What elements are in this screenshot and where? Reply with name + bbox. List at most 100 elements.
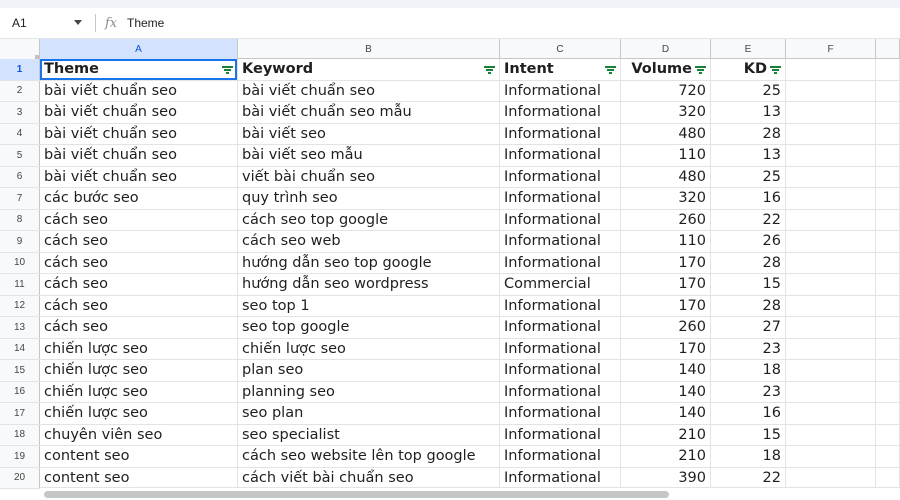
cell-volume[interactable]: 480	[621, 123, 711, 144]
cell-volume[interactable]: 390	[621, 467, 711, 488]
cell-volume[interactable]: 320	[621, 102, 711, 123]
empty-cell[interactable]	[786, 467, 876, 488]
empty-cell[interactable]	[786, 145, 876, 166]
cell-intent[interactable]: Informational	[500, 102, 621, 123]
cell-intent[interactable]: Informational	[500, 446, 621, 467]
cell-theme[interactable]: cách seo	[40, 317, 238, 338]
empty-cell[interactable]	[876, 145, 900, 166]
cell-kd[interactable]: 16	[711, 403, 786, 424]
empty-cell[interactable]	[876, 166, 900, 187]
empty-cell[interactable]	[876, 317, 900, 338]
cell-keyword[interactable]: planning seo	[238, 381, 500, 402]
cell-volume[interactable]: 170	[621, 338, 711, 359]
empty-cell[interactable]	[786, 424, 876, 445]
cell-keyword[interactable]: quy trình seo	[238, 188, 500, 209]
cell-kd[interactable]: 13	[711, 102, 786, 123]
empty-cell[interactable]	[786, 123, 876, 144]
cell-intent[interactable]: Informational	[500, 467, 621, 488]
filter-icon[interactable]	[770, 66, 781, 74]
cell-kd[interactable]: 27	[711, 317, 786, 338]
cell-intent[interactable]: Informational	[500, 317, 621, 338]
cell-volume[interactable]: 170	[621, 295, 711, 316]
cell-theme[interactable]: content seo	[40, 467, 238, 488]
column-header-g[interactable]	[876, 39, 900, 59]
empty-cell[interactable]	[786, 252, 876, 273]
cell-kd[interactable]: 18	[711, 360, 786, 381]
cell-theme[interactable]: chiến lược seo	[40, 360, 238, 381]
empty-cell[interactable]	[786, 360, 876, 381]
empty-cell[interactable]	[876, 59, 900, 80]
filter-icon[interactable]	[484, 66, 495, 74]
formula-input[interactable]: Theme	[127, 16, 164, 30]
cell-keyword[interactable]: hướng dẫn seo top google	[238, 252, 500, 273]
select-all-corner[interactable]	[0, 39, 40, 59]
row-number[interactable]: 8	[0, 209, 40, 230]
cell-intent[interactable]: Informational	[500, 231, 621, 252]
cell-keyword[interactable]: seo top google	[238, 317, 500, 338]
cell-keyword[interactable]: cách seo website lên top google	[238, 446, 500, 467]
cell-kd[interactable]: 15	[711, 274, 786, 295]
empty-cell[interactable]	[876, 467, 900, 488]
cell-theme[interactable]: cách seo	[40, 274, 238, 295]
cell-keyword[interactable]: bài viết chuẩn seo	[238, 80, 500, 101]
cell-kd[interactable]: 28	[711, 295, 786, 316]
filter-icon[interactable]	[222, 66, 233, 74]
empty-cell[interactable]	[876, 381, 900, 402]
empty-cell[interactable]	[786, 338, 876, 359]
column-header-c[interactable]: C	[500, 39, 621, 59]
empty-cell[interactable]	[786, 80, 876, 101]
row-number[interactable]: 11	[0, 274, 40, 295]
cell-kd[interactable]: 25	[711, 166, 786, 187]
cell-volume[interactable]: 480	[621, 166, 711, 187]
cell-volume[interactable]: 170	[621, 252, 711, 273]
empty-cell[interactable]	[876, 80, 900, 101]
cell-keyword[interactable]: seo plan	[238, 403, 500, 424]
cell-volume[interactable]: 720	[621, 80, 711, 101]
cell-intent[interactable]: Informational	[500, 381, 621, 402]
cell-volume[interactable]: 140	[621, 381, 711, 402]
cell-intent[interactable]: Informational	[500, 80, 621, 101]
empty-cell[interactable]	[786, 231, 876, 252]
empty-cell[interactable]	[876, 274, 900, 295]
cell-keyword[interactable]: plan seo	[238, 360, 500, 381]
cell-theme[interactable]: bài viết chuẩn seo	[40, 80, 238, 101]
cell-keyword[interactable]: viết bài chuẩn seo	[238, 166, 500, 187]
filter-icon[interactable]	[605, 66, 616, 74]
empty-cell[interactable]	[786, 274, 876, 295]
row-number[interactable]: 9	[0, 231, 40, 252]
empty-cell[interactable]	[876, 403, 900, 424]
cell-keyword[interactable]: seo top 1	[238, 295, 500, 316]
cell-volume[interactable]: 110	[621, 145, 711, 166]
row-number[interactable]: 14	[0, 338, 40, 359]
empty-cell[interactable]	[876, 102, 900, 123]
empty-cell[interactable]	[876, 360, 900, 381]
row-number[interactable]: 19	[0, 446, 40, 467]
cell-keyword[interactable]: bài viết chuẩn seo mẫu	[238, 102, 500, 123]
row-number[interactable]: 20	[0, 467, 40, 488]
cell-intent[interactable]: Informational	[500, 209, 621, 230]
empty-cell[interactable]	[876, 231, 900, 252]
cell-kd[interactable]: 22	[711, 467, 786, 488]
cell-theme[interactable]: chiến lược seo	[40, 338, 238, 359]
empty-cell[interactable]	[876, 446, 900, 467]
empty-cell[interactable]	[876, 123, 900, 144]
name-box[interactable]: A1	[0, 8, 90, 38]
cell-kd[interactable]: 13	[711, 145, 786, 166]
cell-kd[interactable]: 26	[711, 231, 786, 252]
row-number[interactable]: 17	[0, 403, 40, 424]
row-number[interactable]: 15	[0, 360, 40, 381]
cell-kd[interactable]: 25	[711, 80, 786, 101]
row-number[interactable]: 10	[0, 252, 40, 273]
empty-cell[interactable]	[786, 209, 876, 230]
cell-theme[interactable]: bài viết chuẩn seo	[40, 102, 238, 123]
empty-cell[interactable]	[876, 338, 900, 359]
row-number[interactable]: 7	[0, 188, 40, 209]
empty-cell[interactable]	[786, 102, 876, 123]
cell-volume[interactable]: 140	[621, 403, 711, 424]
empty-cell[interactable]	[786, 295, 876, 316]
empty-cell[interactable]	[876, 295, 900, 316]
cell-theme[interactable]: chiến lược seo	[40, 381, 238, 402]
scrollbar-thumb[interactable]	[44, 491, 669, 498]
cell-theme[interactable]: bài viết chuẩn seo	[40, 145, 238, 166]
cell-theme[interactable]: cách seo	[40, 231, 238, 252]
